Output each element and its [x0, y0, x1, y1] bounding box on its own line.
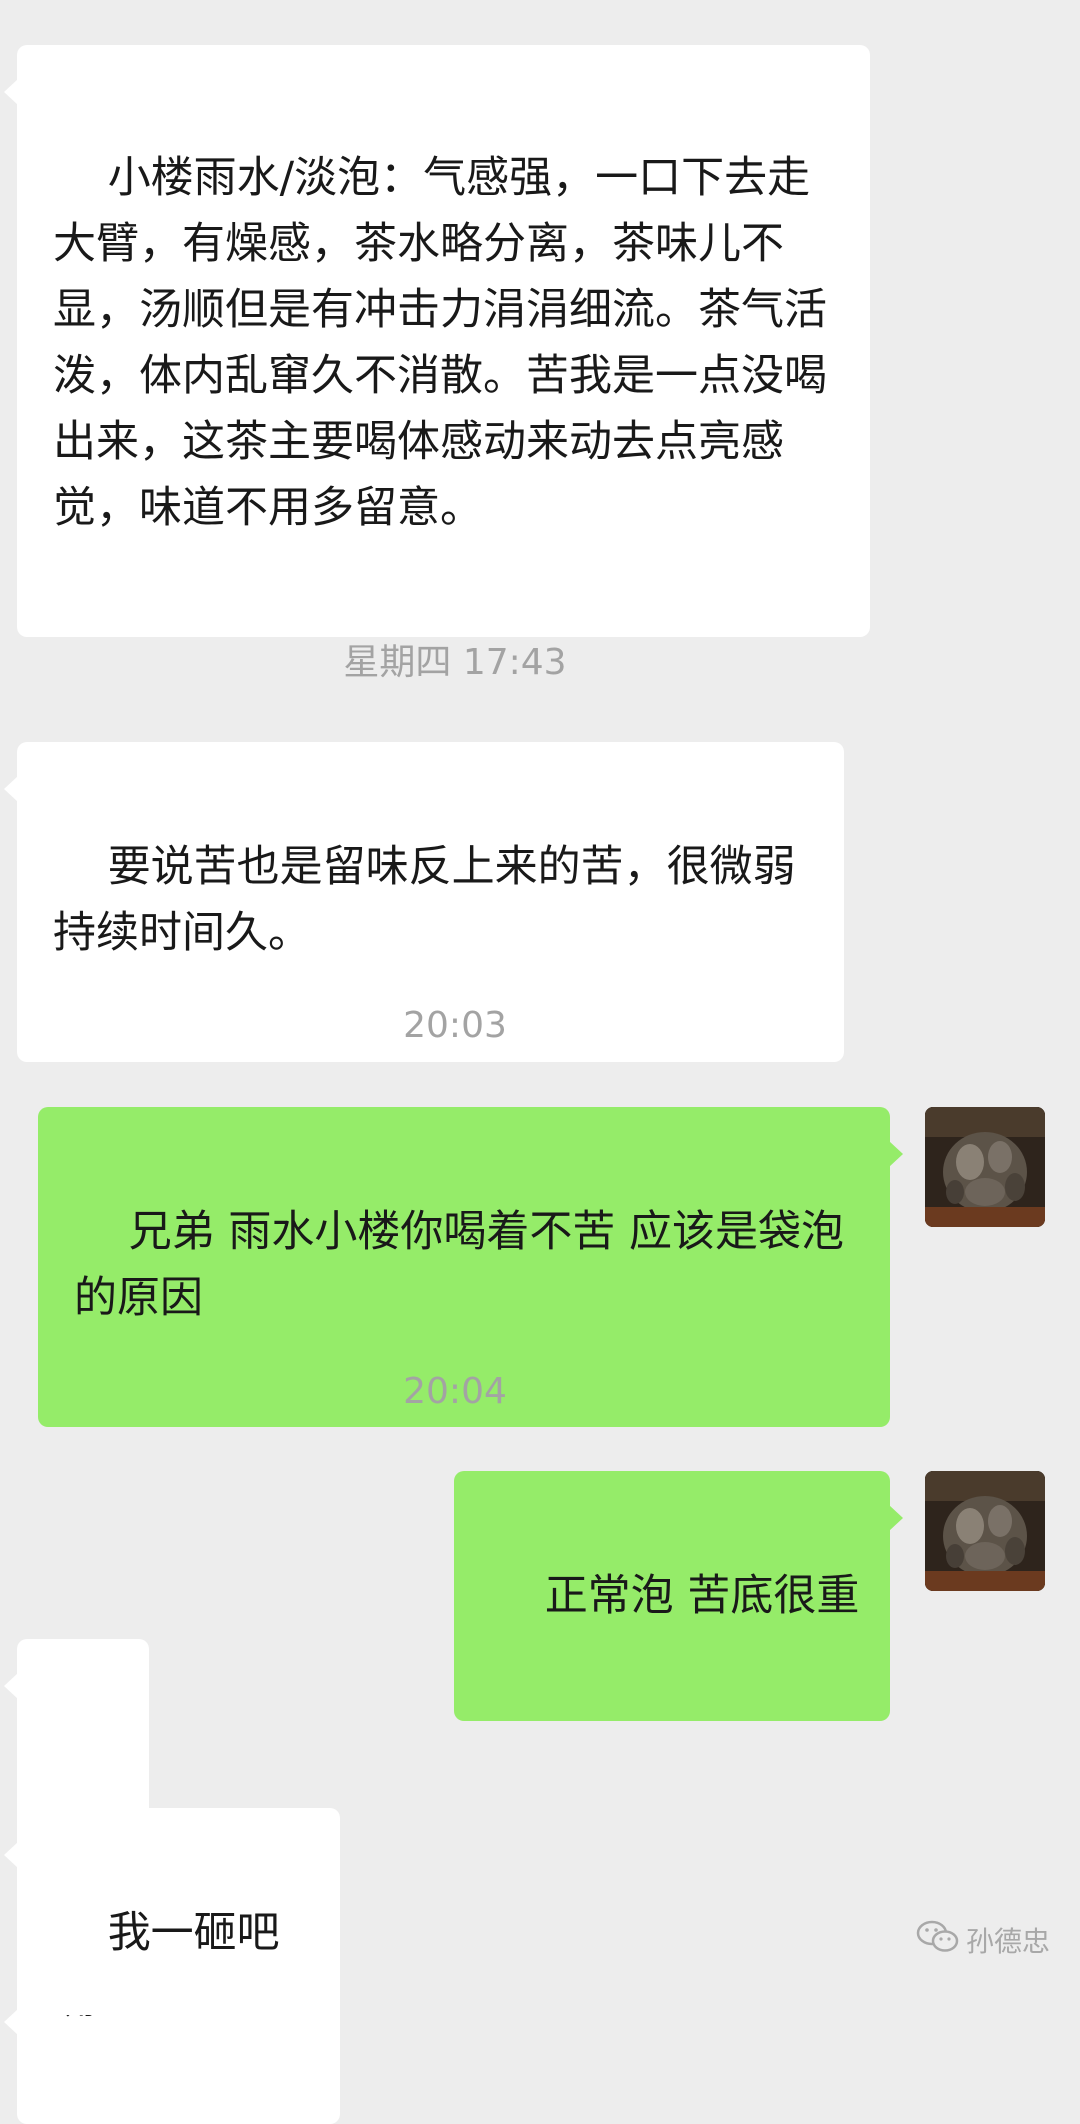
incoming-message[interactable]: 小楼雨水/淡泡：气感强，一口下去走大臂，有燥感，茶水略分离，茶味儿不显，汤顺但是…: [4, 45, 870, 637]
timestamp: 星期四 17:43: [343, 642, 567, 683]
incoming-message[interactable]: 我一砸吧嘴: [4, 1808, 340, 2124]
avatar-image: [925, 1471, 1045, 1591]
user-avatar[interactable]: [925, 1471, 1045, 1591]
timestamp: 20:04: [403, 1371, 507, 1412]
message-text: 兄弟 雨水小楼你喝着不苦 应该是袋泡的原因: [74, 1207, 845, 1323]
message-text: 要说苦也是留味反上来的苦，很微弱持续时间久。: [53, 842, 796, 958]
watermark-text: 孙德忠: [966, 1925, 1051, 1958]
timestamp: 20:03: [403, 1005, 507, 1046]
wechat-icon: [916, 1919, 960, 1962]
incoming-message-partial[interactable]: [4, 1975, 287, 2035]
avatar-image: [925, 1107, 1045, 1227]
watermark: 孙德忠: [916, 1920, 1050, 1960]
chat-area[interactable]: 小楼雨水/淡泡：气感强，一口下去走大臂，有燥感，茶水略分离，茶味儿不显，汤顺但是…: [0, 0, 1080, 2124]
message-text: 小楼雨水/淡泡：气感强，一口下去走大臂，有燥感，茶水略分离，茶味儿不显，汤顺但是…: [53, 153, 827, 533]
user-avatar[interactable]: [925, 1107, 1045, 1227]
outgoing-message[interactable]: 正常泡 苦底很重: [454, 1471, 903, 1721]
message-text: 正常泡 苦底很重: [544, 1571, 860, 1621]
